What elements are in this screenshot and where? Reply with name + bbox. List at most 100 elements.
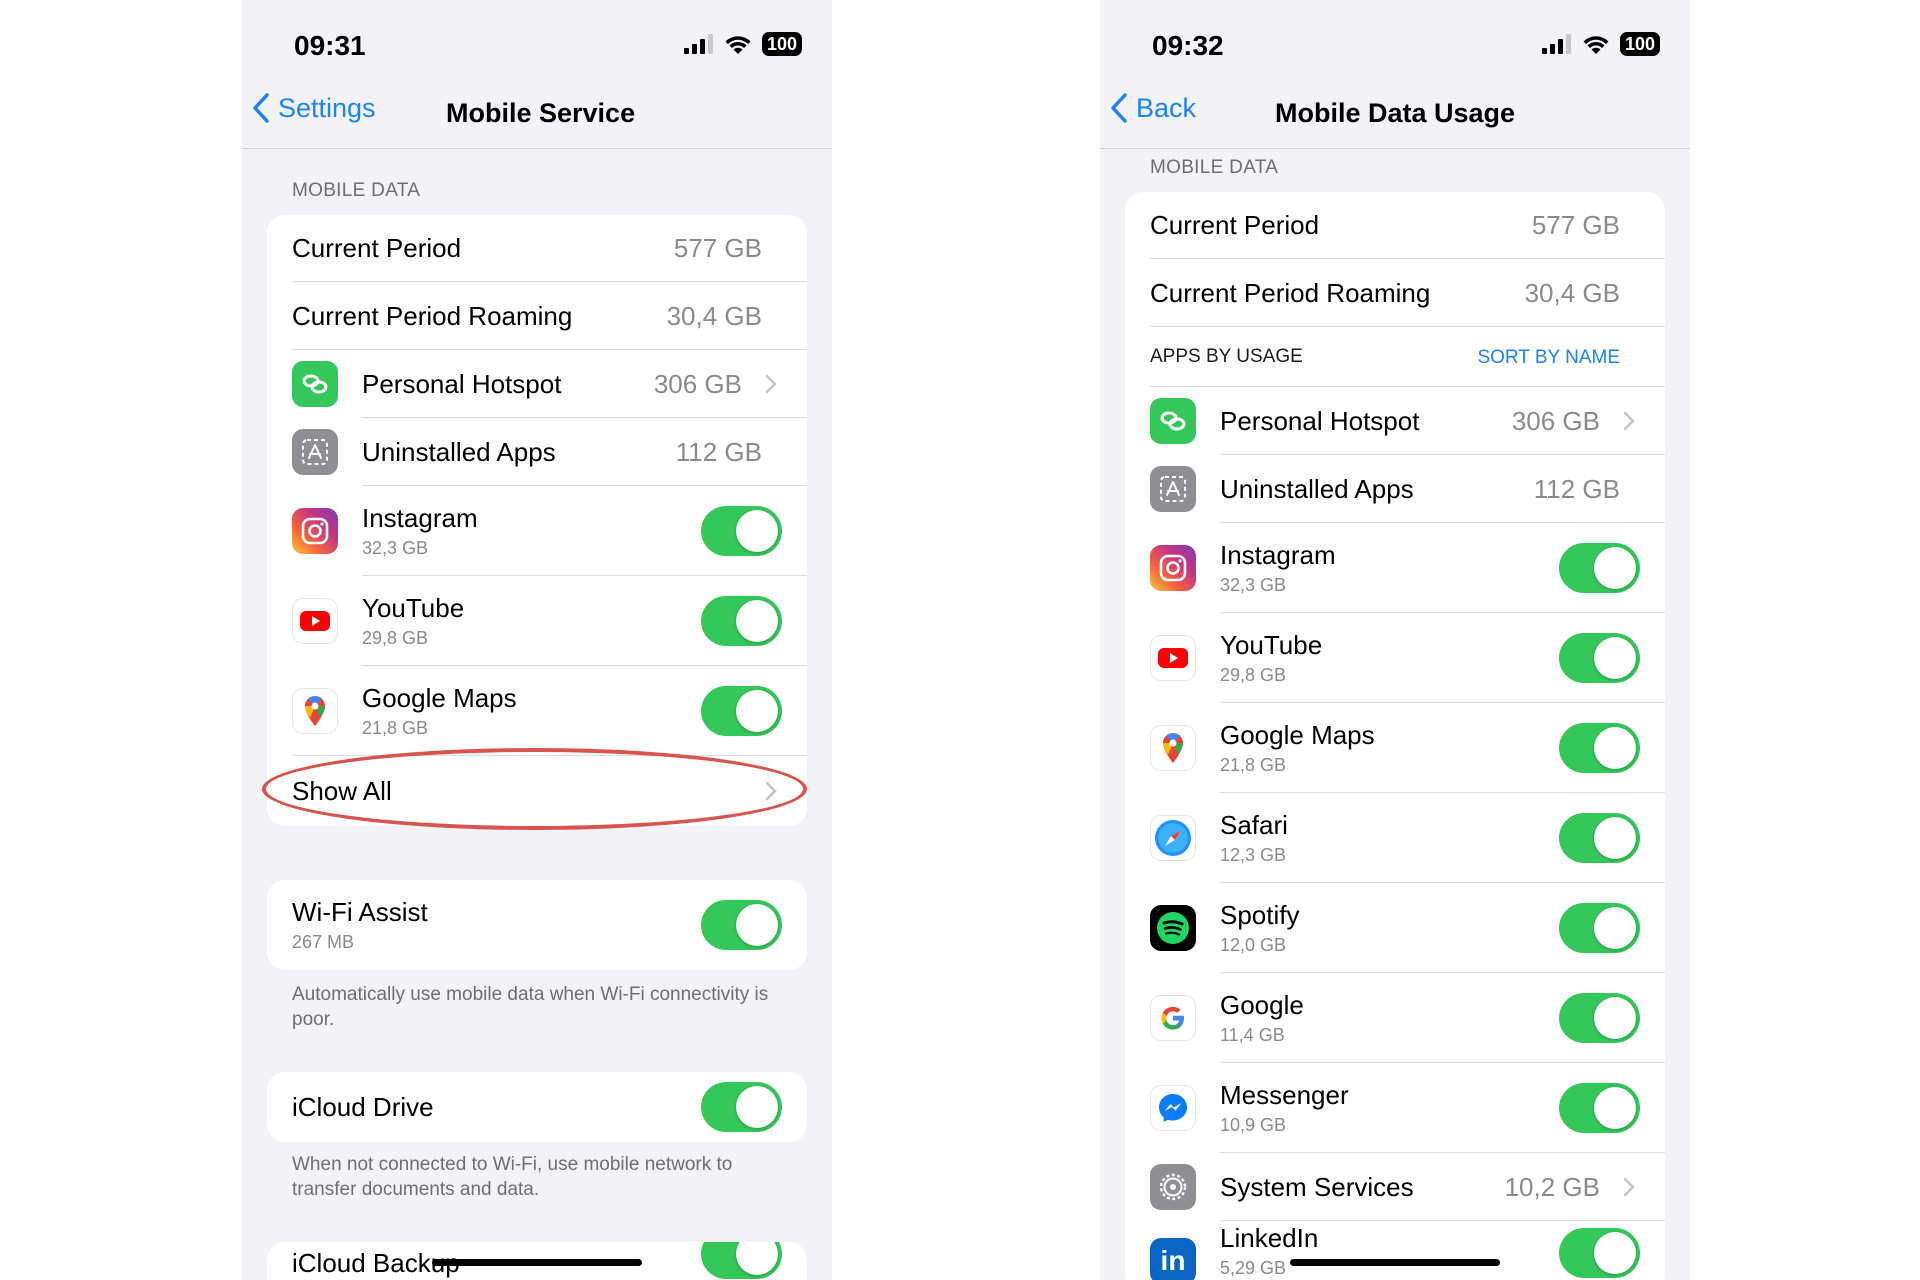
system-services-row[interactable]: System Services 10,2 GB bbox=[1125, 1153, 1665, 1221]
status-bar: 09:31 100 bbox=[242, 0, 832, 80]
uninstalled-label: Uninstalled Apps bbox=[1220, 473, 1414, 504]
hotspot-label: Personal Hotspot bbox=[1220, 405, 1420, 436]
app-name: Messenger bbox=[1220, 1080, 1349, 1110]
hotspot-icon bbox=[1150, 398, 1196, 444]
cellular-signal-icon bbox=[683, 34, 713, 54]
back-button-label: Back bbox=[1136, 92, 1197, 123]
wifi-assist-usage: 267 MB bbox=[292, 932, 355, 952]
uninstalled-label: Uninstalled Apps bbox=[362, 436, 556, 467]
app-name: Spotify bbox=[1220, 900, 1300, 930]
current-period-roaming-row: Current Period Roaming 30,4 GB bbox=[267, 282, 807, 350]
youtube-data-toggle[interactable] bbox=[1559, 633, 1640, 683]
app-row: Instagram 32,3 GB bbox=[1125, 523, 1665, 613]
icloud-backup-toggle[interactable] bbox=[701, 1242, 782, 1279]
linkedin-icon: in bbox=[1150, 1238, 1196, 1280]
app-usage: 21,8 GB bbox=[362, 718, 429, 738]
app-usage: 10,9 GB bbox=[1220, 1115, 1287, 1135]
hotspot-value: 306 GB bbox=[1511, 405, 1600, 436]
current-period-label: Current Period bbox=[1150, 210, 1320, 240]
app-usage: 12,3 GB bbox=[1220, 845, 1287, 865]
roaming-value: 30,4 GB bbox=[1524, 277, 1620, 308]
current-period-row: Current Period 577 GB bbox=[267, 215, 807, 282]
app-row: in LinkedIn 5,29 GB bbox=[1125, 1221, 1665, 1280]
safari-icon bbox=[1150, 815, 1196, 861]
battery-level: 100 bbox=[1619, 32, 1660, 56]
back-button[interactable]: Back bbox=[1110, 92, 1196, 124]
icloud-drive-label: iCloud Drive bbox=[292, 1091, 434, 1122]
current-period-value: 577 GB bbox=[673, 233, 762, 263]
google-data-toggle[interactable] bbox=[1559, 993, 1640, 1043]
app-row: Instagram 32,3 GB bbox=[267, 486, 807, 576]
status-bar: 09:32 100 bbox=[1100, 0, 1690, 80]
chevron-right-icon bbox=[765, 374, 777, 394]
system-services-label: System Services bbox=[1220, 1171, 1414, 1202]
google-maps-icon bbox=[1150, 725, 1196, 771]
chevron-right-icon bbox=[765, 781, 777, 801]
chevron-right-icon bbox=[1623, 1177, 1635, 1197]
current-period-row: Current Period 577 GB bbox=[1125, 192, 1665, 259]
youtube-data-toggle[interactable] bbox=[701, 596, 782, 646]
google-icon bbox=[1150, 995, 1196, 1041]
google-maps-data-toggle[interactable] bbox=[1559, 723, 1640, 773]
roaming-label: Current Period Roaming bbox=[1150, 277, 1431, 308]
status-time: 09:31 bbox=[294, 30, 366, 61]
apps-by-usage-header: APPS BY USAGE bbox=[1150, 346, 1303, 367]
app-name: YouTube bbox=[362, 593, 465, 623]
app-usage: 11,4 GB bbox=[1220, 1025, 1285, 1045]
spotify-data-toggle[interactable] bbox=[1559, 903, 1640, 953]
linkedin-data-toggle[interactable] bbox=[1559, 1228, 1640, 1278]
messenger-data-toggle[interactable] bbox=[1559, 1083, 1640, 1133]
app-row: Messenger 10,9 GB bbox=[1125, 1063, 1665, 1153]
wifi-assist-group: Wi-Fi Assist 267 MB bbox=[267, 880, 807, 970]
youtube-icon bbox=[292, 598, 338, 644]
uninstalled-value: 112 GB bbox=[675, 436, 762, 467]
home-indicator[interactable] bbox=[1290, 1259, 1500, 1266]
wifi-assist-toggle[interactable] bbox=[701, 900, 782, 950]
app-store-icon bbox=[292, 429, 338, 475]
google-maps-data-toggle[interactable] bbox=[701, 686, 782, 736]
show-all-label: Show All bbox=[292, 775, 392, 806]
navigation-bar: Settings Mobile Service bbox=[242, 80, 832, 149]
section-header-mobile-data: MOBILE DATA bbox=[1150, 157, 1279, 178]
app-usage: 32,3 GB bbox=[1220, 575, 1287, 595]
icloud-drive-group: iCloud Drive bbox=[267, 1072, 807, 1142]
sort-by-name-button[interactable]: SORT BY NAME bbox=[1477, 347, 1620, 369]
app-name: Instagram bbox=[1220, 540, 1336, 570]
app-row: YouTube 29,8 GB bbox=[1125, 613, 1665, 703]
hotspot-icon bbox=[292, 361, 338, 407]
messenger-icon bbox=[1150, 1085, 1196, 1131]
show-all-row[interactable]: Show All bbox=[267, 756, 807, 826]
app-row: Safari 12,3 GB bbox=[1125, 793, 1665, 883]
mobile-service-screen: 09:31 100 Settings Mobile Service MOBILE… bbox=[242, 0, 832, 1280]
instagram-data-toggle[interactable] bbox=[701, 506, 782, 556]
mobile-data-group: Current Period 577 GB Current Period Roa… bbox=[267, 215, 807, 826]
wifi-assist-row: Wi-Fi Assist 267 MB bbox=[267, 880, 807, 970]
app-name: Instagram bbox=[362, 503, 478, 533]
icloud-drive-toggle[interactable] bbox=[701, 1082, 782, 1132]
roaming-value: 30,4 GB bbox=[666, 300, 762, 331]
back-button-settings[interactable]: Settings bbox=[252, 92, 376, 124]
back-button-label: Settings bbox=[278, 92, 376, 123]
wifi-icon bbox=[1583, 36, 1609, 54]
app-usage: 29,8 GB bbox=[362, 628, 429, 648]
app-name: Google Maps bbox=[1220, 720, 1375, 750]
personal-hotspot-row[interactable]: Personal Hotspot 306 GB bbox=[267, 350, 807, 418]
instagram-icon bbox=[1150, 545, 1196, 591]
app-name: LinkedIn bbox=[1220, 1223, 1319, 1253]
current-period-label: Current Period bbox=[292, 233, 462, 263]
hotspot-value: 306 GB bbox=[653, 368, 742, 399]
page-title: Mobile Service bbox=[446, 98, 636, 128]
instagram-data-toggle[interactable] bbox=[1559, 543, 1640, 593]
wifi-icon bbox=[725, 36, 751, 54]
home-indicator[interactable] bbox=[432, 1259, 642, 1266]
personal-hotspot-row[interactable]: Personal Hotspot 306 GB bbox=[1125, 387, 1665, 455]
page-title: Mobile Data Usage bbox=[1275, 98, 1516, 128]
uninstalled-apps-row: Uninstalled Apps 112 GB bbox=[267, 418, 807, 486]
chevron-left-icon bbox=[1111, 93, 1127, 123]
mobile-data-usage-screen: 09:32 100 Back Mobile Data Usage MOBILE … bbox=[1100, 0, 1690, 1280]
status-time: 09:32 bbox=[1152, 30, 1224, 61]
hotspot-label: Personal Hotspot bbox=[362, 368, 562, 399]
app-usage: 32,3 GB bbox=[362, 538, 429, 558]
safari-data-toggle[interactable] bbox=[1559, 813, 1640, 863]
icloud-drive-row: iCloud Drive bbox=[267, 1072, 807, 1142]
